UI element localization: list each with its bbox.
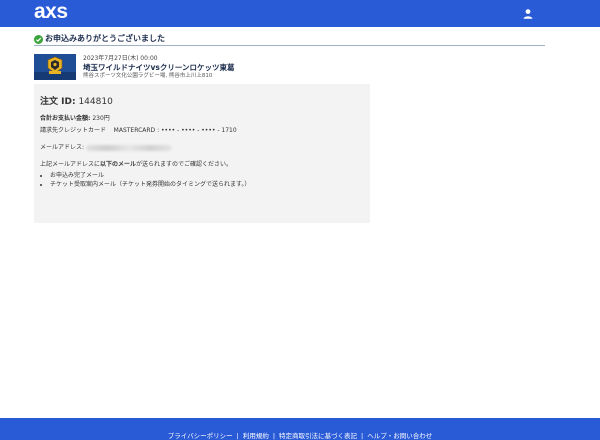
notice-prefix: 上記メールアドレスに <box>40 161 101 168</box>
footer-link-help[interactable]: ヘルプ・お問い合わせ <box>367 432 432 440</box>
billing-card: 請求先クレジットカード MASTERCARD : •••• - •••• - •… <box>40 127 237 134</box>
footer-link-commerce-law[interactable]: 特定商取引法に基づく表記 <box>279 432 357 440</box>
total-value: 230円 <box>92 115 110 122</box>
order-id-label: 注文 ID: <box>40 97 76 107</box>
confirmation-message: お申込みありがとうございました <box>45 34 165 43</box>
list-item: お申込み完了メール <box>50 171 250 180</box>
footer-separator: | <box>236 432 239 440</box>
notice-bold: 以下のメール <box>100 161 137 168</box>
logo-text: axs <box>34 0 68 23</box>
email-notice: 上記メールアドレスに以下のメールが送られますのでご確認ください。 <box>40 161 232 168</box>
confirmation-heading: お申込みありがとうございました <box>34 34 545 46</box>
order-id-value: 144810 <box>78 97 113 107</box>
event-date: 2023年7月27日(木) 00:00 <box>83 55 158 62</box>
event-venue: 熊谷スポーツ文化公園ラグビー場, 熊谷市上川上810 <box>83 73 213 79</box>
order-details-panel: 注文 ID: 144810 合計お支払い金額: 230円 請求先クレジットカード… <box>34 84 370 223</box>
axs-logo[interactable]: axs <box>34 1 68 23</box>
page-footer: プライバシーポリシー | 利用規約 | 特定商取引法に基づく表記 | ヘルプ・お問い合わせ <box>0 418 600 440</box>
event-thumbnail <box>34 54 76 80</box>
card-value: MASTERCARD : •••• - •••• - •••• - 1710 <box>113 127 237 134</box>
total-amount: 合計お支払い金額: 230円 <box>40 115 110 122</box>
footer-separator: | <box>272 432 276 440</box>
user-icon <box>523 9 533 19</box>
footer-link-privacy[interactable]: プライバシーポリシー <box>168 432 233 440</box>
email-list: お申込み完了メール チケット受取案内メール（チケット発券開始のタイミングで送られ… <box>50 171 250 189</box>
order-id: 注文 ID: 144810 <box>40 97 113 108</box>
email-address: メールアドレス: <box>40 144 172 151</box>
event-summary: 2023年7月27日(木) 00:00 埼玉ワイルドナイツvsクリーンロケッツ東… <box>34 54 434 80</box>
footer-separator: | <box>361 432 364 440</box>
card-label: 請求先クレジットカード <box>40 127 107 134</box>
user-account-button[interactable] <box>521 6 535 20</box>
event-title-link[interactable]: 埼玉ワイルドナイツvsクリーンロケッツ東葛 <box>83 63 234 72</box>
footer-link-terms[interactable]: 利用規約 <box>243 432 269 440</box>
list-item: チケット受取案内メール（チケット発券開始のタイミングで送られます。） <box>50 180 250 189</box>
top-header: axs <box>0 0 600 27</box>
footer-links: プライバシーポリシー | 利用規約 | 特定商取引法に基づく表記 | ヘルプ・お問い合わせ <box>0 432 600 440</box>
total-label: 合計お支払い金額: <box>40 115 91 122</box>
email-value-redacted <box>85 144 172 151</box>
email-label: メールアドレス: <box>40 144 85 151</box>
notice-suffix: が送られますのでご確認ください。 <box>136 161 233 168</box>
check-circle-icon <box>34 35 43 44</box>
